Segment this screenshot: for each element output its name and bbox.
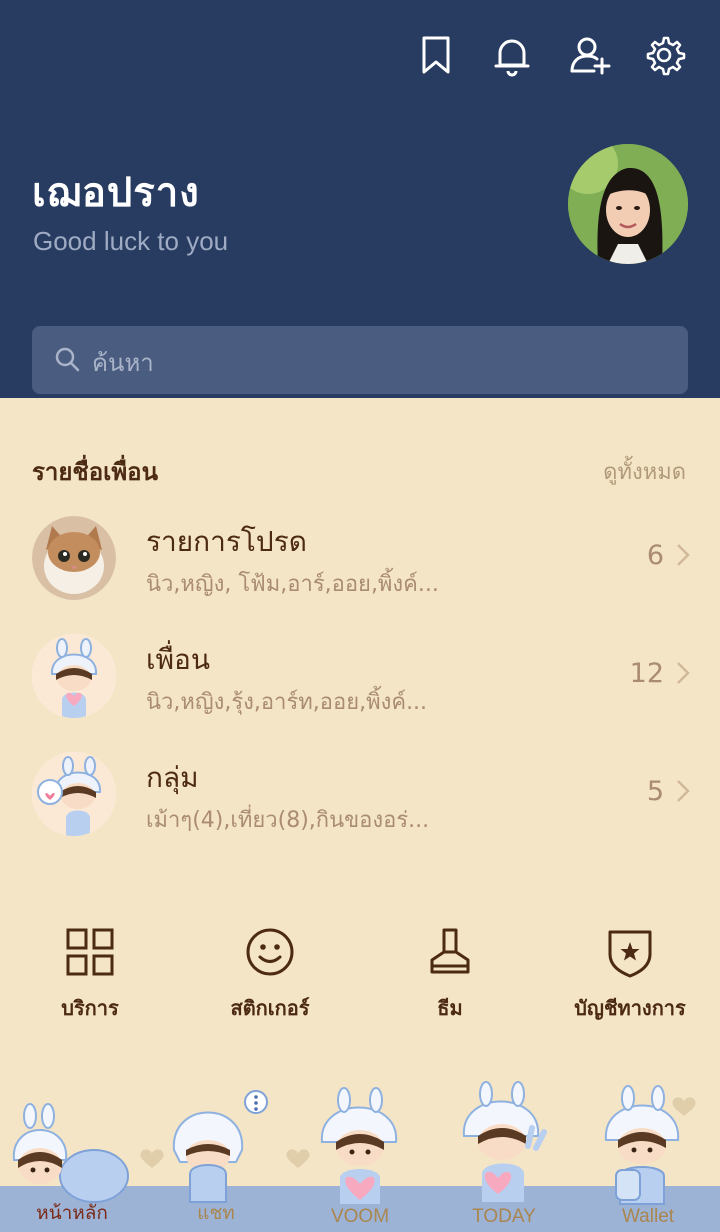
tab-chat[interactable]: แชท — [144, 1080, 288, 1232]
shield-star-icon — [608, 930, 652, 978]
tab-home[interactable]: หน้าหลัก — [0, 1080, 144, 1232]
groups-thumbnail — [32, 752, 116, 836]
menu-services-label: บริการ — [61, 996, 119, 1020]
menu-services[interactable]: บริการ — [10, 926, 170, 1024]
favorites-thumbnail — [32, 516, 116, 600]
search-placeholder: ค้นหา — [92, 349, 154, 377]
smile-icon — [246, 928, 294, 976]
settings-icon[interactable] — [642, 33, 686, 77]
friends-subtitle: นิว,หญิง,รุ้ง,อาร์ท,ออย,พิ้งค์... — [146, 690, 428, 715]
friends-count: 12 — [629, 658, 664, 689]
menu-official-accounts-label: บัญชีทางการ — [574, 996, 686, 1020]
today-character-icon — [462, 1081, 547, 1202]
avatar[interactable] — [568, 144, 688, 264]
status-message[interactable]: Good luck to you — [33, 226, 228, 257]
list-item-favorites[interactable]: รายการโปรด นิว,หญิง, โฟ้ม,อาร์,ออย,พิ้งค… — [0, 516, 720, 616]
friends-thumbnail — [32, 634, 116, 718]
tab-voom-label: VOOM — [330, 1206, 390, 1227]
list-item-groups[interactable]: กลุ่ม เม้าๆ(4),เที่ยว(8),กินของอร่... 5 — [0, 752, 720, 852]
menu-themes[interactable]: ธีม — [370, 926, 530, 1024]
bookmark-icon[interactable] — [414, 33, 458, 77]
chevron-right-icon — [677, 662, 690, 684]
tab-wallet[interactable]: Wallet — [576, 1080, 720, 1232]
favorites-count: 6 — [646, 540, 664, 571]
tab-today[interactable]: TODAY — [432, 1080, 576, 1232]
chat-character-icon — [172, 1090, 268, 1203]
tab-today-label: TODAY — [472, 1206, 536, 1227]
chevron-right-icon — [677, 544, 690, 566]
tab-chat-label: แชท — [197, 1203, 235, 1224]
chevron-right-icon — [677, 780, 690, 802]
home-character-icon — [12, 1103, 129, 1203]
menu-stickers-label: สติกเกอร์ — [230, 996, 310, 1020]
groups-count: 5 — [646, 776, 664, 807]
list-item-friends[interactable]: เพื่อน นิว,หญิง,รุ้ง,อาร์ท,ออย,พิ้งค์...… — [0, 634, 720, 734]
search-bar[interactable]: ค้นหา — [32, 326, 688, 394]
add-friend-icon[interactable] — [568, 33, 612, 77]
tab-home-label: หน้าหลัก — [36, 1203, 108, 1224]
menu-themes-label: ธีม — [437, 996, 463, 1020]
brush-icon — [430, 928, 470, 974]
grid-icon — [66, 928, 114, 976]
wallet-character-icon — [604, 1085, 680, 1205]
tab-voom[interactable]: VOOM — [288, 1080, 432, 1232]
menu-official-accounts[interactable]: บัญชีทางการ — [550, 926, 710, 1024]
voom-character-icon — [320, 1087, 398, 1204]
see-all-link[interactable]: ดูทั้งหมด — [603, 454, 686, 489]
favorites-title: รายการโปรด — [146, 525, 307, 558]
friends-title: เพื่อน — [146, 643, 210, 676]
profile-header: เฌอปราง Good luck to you ค้นหา — [0, 0, 720, 398]
groups-title: กลุ่ม — [146, 761, 199, 794]
bottom-tab-bar: หน้าหลัก แชท VOOM TODAY Wallet — [0, 1080, 720, 1232]
search-icon — [55, 347, 80, 372]
menu-stickers[interactable]: สติกเกอร์ — [190, 926, 350, 1024]
bell-icon[interactable] — [490, 33, 534, 77]
profile-name: เฌอปราง — [32, 170, 200, 216]
groups-subtitle: เม้าๆ(4),เที่ยว(8),กินของอร่... — [146, 808, 430, 833]
friends-section-title: รายชื่อเพื่อน — [32, 458, 158, 486]
tab-wallet-label: Wallet — [621, 1206, 675, 1227]
favorites-subtitle: นิว,หญิง, โฟ้ม,อาร์,ออย,พิ้งค์... — [146, 572, 439, 597]
